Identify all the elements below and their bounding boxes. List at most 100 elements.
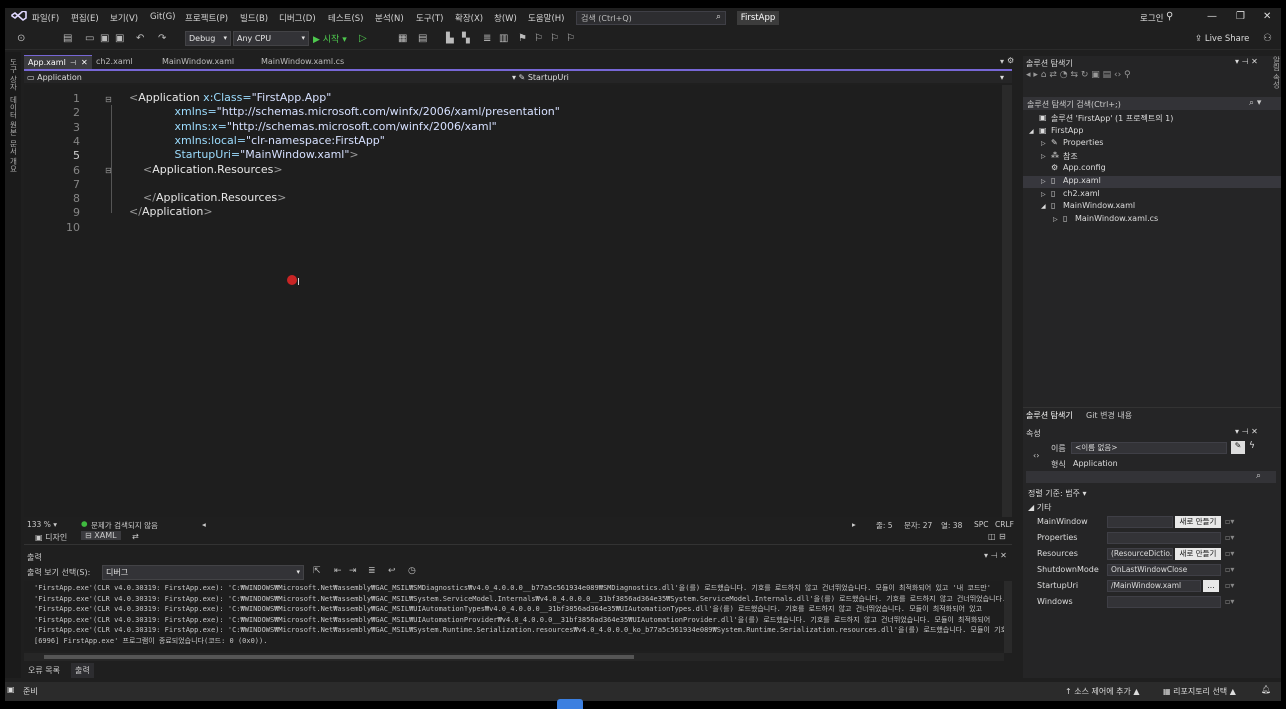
property-value-field[interactable]: OnLastWindowClose <box>1107 564 1221 576</box>
design-view-tab[interactable]: ▣ 디자인 <box>35 532 67 543</box>
document-outline-tab[interactable]: 문서 개요 <box>8 140 19 172</box>
save-icon[interactable]: ▣ <box>100 33 109 44</box>
nav-member-dropdown[interactable]: ▾ ✎ StartupUri <box>512 73 569 82</box>
select-repository-button[interactable]: ▦ 리포지토리 선택 ▲ <box>1163 686 1236 697</box>
line-ending-indicator[interactable]: CRLF <box>995 520 1014 529</box>
add-to-source-control-button[interactable]: ↑ 소스 제어에 추가 ▲ <box>1065 686 1140 697</box>
property-marker-icon[interactable]: ▫▾ <box>1225 517 1234 526</box>
property-marker-icon[interactable]: ▫▾ <box>1225 565 1234 574</box>
pin-icon[interactable]: ⊣ <box>70 56 76 70</box>
menu-analyze[interactable]: 분석(N) <box>375 12 404 24</box>
expander-icon[interactable]: ▷ <box>1053 216 1058 223</box>
split-vertical-icon[interactable]: ◫ <box>988 532 996 541</box>
output-horizontal-scrollbar[interactable] <box>24 653 1004 661</box>
taskbar-app-icon[interactable] <box>557 699 583 709</box>
tab-output[interactable]: 출력 <box>71 663 94 678</box>
tree-item[interactable]: ▷ ▯ App.xaml <box>1023 176 1281 188</box>
whitespace-indicator[interactable]: SPC <box>974 520 989 529</box>
menu-file[interactable]: 파일(F) <box>32 12 59 24</box>
expander-icon[interactable]: ▷ <box>1041 153 1046 160</box>
tab-mainwindow-xaml[interactable]: MainWindow.xaml <box>158 55 256 69</box>
split-horizontal-icon[interactable]: ⊟ <box>999 532 1006 541</box>
property-value-field[interactable]: (ResourceDictio... <box>1107 548 1173 560</box>
tab-mainwindow-xaml-cs[interactable]: MainWindow.xaml.cs <box>257 55 367 69</box>
scroll-right-icon[interactable]: ▸ <box>852 520 856 529</box>
panel-options-icon[interactable]: ▾ ⊣ ✕ <box>1235 57 1258 66</box>
close-tab-icon[interactable]: ✕ <box>81 56 88 70</box>
xaml-view-tab[interactable]: ⊟ XAML <box>81 531 121 540</box>
code-editor[interactable]: 1 2 3 4 5 6 7 8 9 10 ⊟ ⊟ <Application x:Class="Fi… <box>24 85 1002 517</box>
close-button[interactable]: ✕ <box>1263 11 1271 22</box>
expander-icon[interactable]: ▷ <box>1041 191 1046 198</box>
data-sources-tab[interactable]: 데이터 원본 <box>8 96 19 136</box>
restore-button[interactable]: ❐ <box>1236 11 1245 22</box>
menu-extensions[interactable]: 확장(X) <box>455 12 483 24</box>
property-marker-icon[interactable]: ▫▾ <box>1225 549 1234 558</box>
redo-icon[interactable]: ↷ <box>158 33 166 44</box>
tab-list-dropdown-icon[interactable]: ▾ <box>1000 57 1004 66</box>
bookmark-prev-icon[interactable]: ⚐ <box>534 33 543 44</box>
toolbar-icon-f[interactable]: ▥ <box>499 33 508 44</box>
scroll-left-icon[interactable]: ◂ <box>202 520 206 529</box>
property-value-field[interactable]: /MainWindow.xaml <box>1107 580 1201 592</box>
menu-window[interactable]: 창(W) <box>494 12 517 24</box>
login-link[interactable]: 로그인 <box>1140 12 1163 24</box>
tree-item[interactable]: ◢ ▣ FirstApp <box>1023 126 1281 138</box>
user-account-icon[interactable]: ⚇ <box>1263 33 1272 44</box>
output-vertical-scrollbar[interactable] <box>1004 581 1012 653</box>
editor-vertical-scrollbar[interactable] <box>1002 85 1012 517</box>
sort-by-dropdown[interactable]: 정렬 기준: 범주 ▾ <box>1028 488 1087 499</box>
toolbar-icon-e[interactable]: ≣ <box>483 33 491 44</box>
category-header[interactable]: ◢ 기타 <box>1028 502 1051 513</box>
undo-icon[interactable]: ↶ <box>136 33 144 44</box>
open-file-icon[interactable]: ▭ <box>85 33 94 44</box>
expander-icon[interactable]: ▷ <box>1041 140 1046 147</box>
tree-item[interactable]: ▷ ▯ MainWindow.xaml.cs <box>1023 214 1281 226</box>
property-marker-icon[interactable]: ▫▾ <box>1225 533 1234 542</box>
events-lightning-icon[interactable]: ϟ <box>1249 441 1255 451</box>
menu-help[interactable]: 도움말(H) <box>528 12 564 24</box>
back-navigation-icon[interactable]: ⊙ <box>17 33 25 44</box>
notifications-tab[interactable]: 알림 속성 <box>1271 56 1281 88</box>
start-without-debugging-icon[interactable]: ▷ <box>359 33 367 44</box>
property-value-field[interactable] <box>1107 532 1221 544</box>
split-editor-icon[interactable]: ▾ <box>1000 73 1004 82</box>
clear-all-icon[interactable]: ≣ <box>368 566 376 576</box>
minimize-button[interactable]: — <box>1207 11 1217 22</box>
home-icon[interactable]: ◂ ▸ ⌂ ⇄ ◔ ⇆ ↻ ▣ ▤ ‹› ⚲ <box>1026 70 1131 80</box>
property-marker-icon[interactable]: ▫▾ <box>1225 581 1234 590</box>
menu-test[interactable]: 테스트(S) <box>328 12 364 24</box>
name-field[interactable]: <이름 없음> <box>1071 442 1227 454</box>
toolbar-icon-c[interactable]: ▙ <box>446 33 454 44</box>
bookmark-clear-icon[interactable]: ⚐ <box>566 33 575 44</box>
tab-git-changes[interactable]: Git 변경 내용 <box>1086 410 1132 421</box>
toolbar-icon-b[interactable]: ▤ <box>418 33 427 44</box>
menu-view[interactable]: 보기(V) <box>110 12 138 24</box>
toolbox-tab[interactable]: 도구 상자 <box>8 58 19 90</box>
toolbar-icon-d[interactable]: ▚ <box>462 33 470 44</box>
tree-item[interactable]: ⚙ App.config <box>1023 163 1281 175</box>
tree-item[interactable]: ▷ ⁂ 참조 <box>1023 151 1281 163</box>
fold-collapse-icon[interactable]: ⊟ <box>105 95 112 104</box>
search-input[interactable]: 검색 (Ctrl+Q) ⌕ <box>576 11 726 25</box>
scroll-thumb[interactable] <box>44 655 634 659</box>
feedback-icon[interactable]: ⚲ <box>1166 11 1173 22</box>
property-action-button[interactable]: 새로 만들기 <box>1175 548 1221 560</box>
live-share-button[interactable]: ⇪ Live Share <box>1195 34 1249 44</box>
expander-icon[interactable]: ◢ <box>1029 128 1034 135</box>
tree-item[interactable]: ▣ 솔루션 'FirstApp' (1 프로젝트의 1) <box>1023 113 1281 125</box>
property-value-field[interactable] <box>1107 596 1221 608</box>
notifications-bell-icon[interactable]: 🔔︎ <box>1261 685 1271 694</box>
tab-solution-explorer[interactable]: 솔루션 탐색기 <box>1026 410 1073 421</box>
prev-message-icon[interactable]: ⇤ <box>334 566 342 576</box>
menu-build[interactable]: 빌드(B) <box>240 12 268 24</box>
bookmark-next-icon[interactable]: ⚐ <box>550 33 559 44</box>
find-message-icon[interactable]: ⇱ <box>313 566 321 576</box>
property-value-field[interactable] <box>1107 516 1173 528</box>
properties-search-input[interactable]: ⌕ <box>1026 471 1276 483</box>
nav-element-dropdown[interactable]: ▭ Application <box>27 73 82 82</box>
menu-debug[interactable]: 디버그(D) <box>279 12 316 24</box>
settings-gear-icon[interactable]: ⚙ <box>1007 56 1014 65</box>
new-project-icon[interactable]: ▤ <box>63 33 72 44</box>
tree-item[interactable]: ◢ ▯ MainWindow.xaml <box>1023 201 1281 213</box>
